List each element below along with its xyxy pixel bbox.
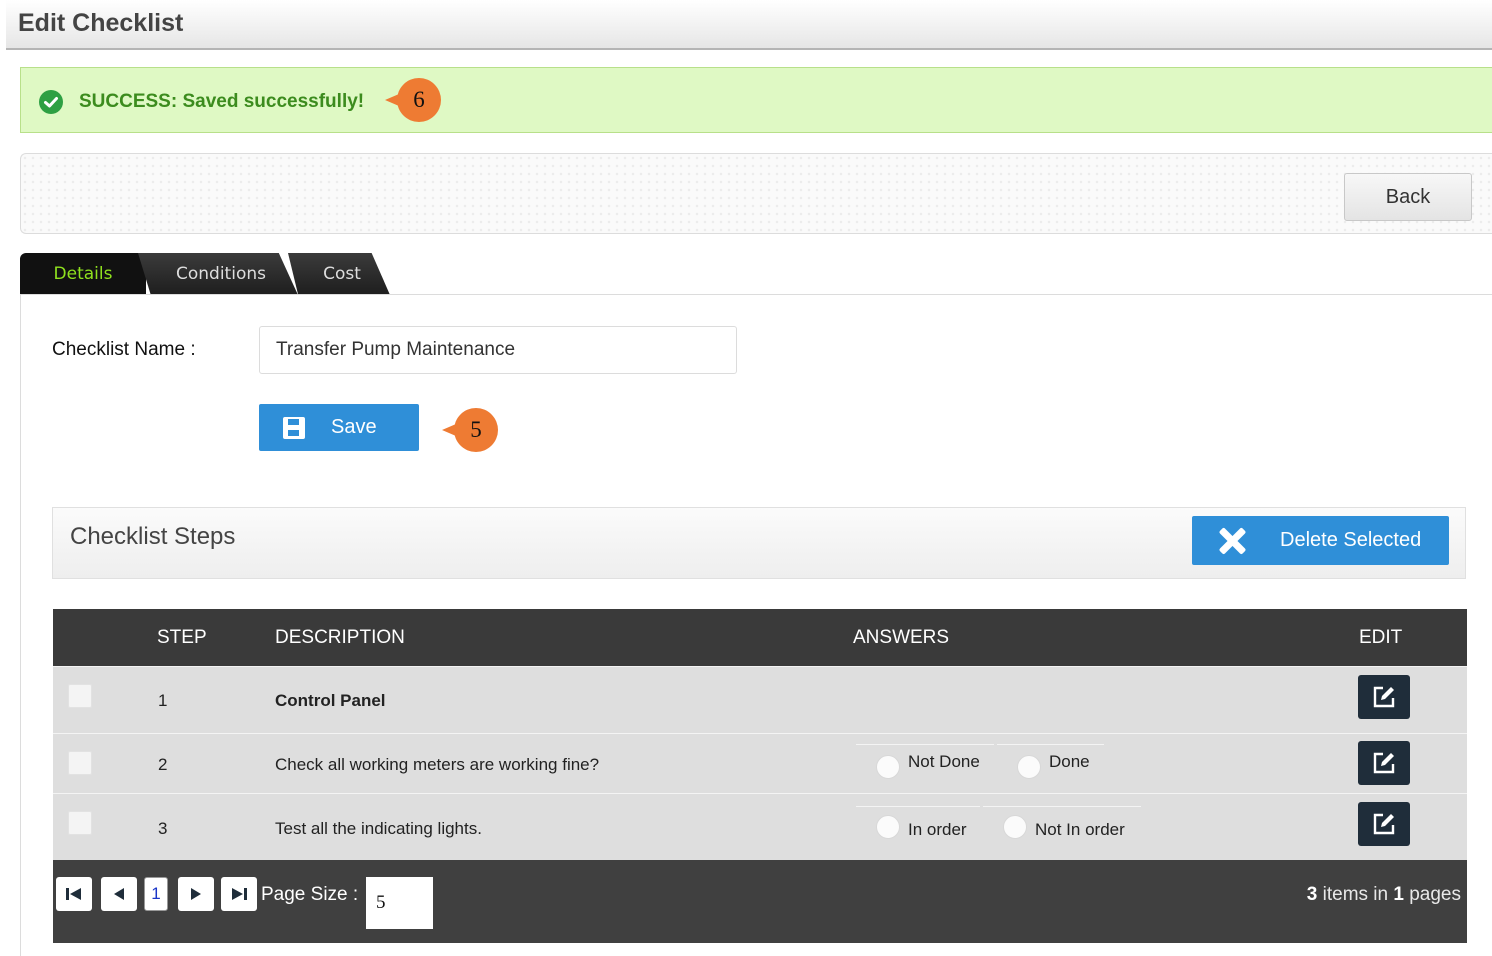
last-page-icon <box>232 888 247 900</box>
edit-icon <box>1373 686 1395 708</box>
row-checkbox[interactable] <box>68 751 92 775</box>
tab-label: Conditions <box>176 264 266 284</box>
tab-details[interactable]: Details <box>20 253 146 295</box>
checklist-name-input[interactable] <box>259 326 737 374</box>
caret-left-icon <box>114 888 124 900</box>
next-page-button[interactable] <box>178 877 214 911</box>
answer-option[interactable]: Not In order <box>983 806 1141 839</box>
radio-button[interactable] <box>1003 815 1027 839</box>
save-button[interactable]: Save <box>259 404 419 451</box>
caret-right-icon <box>191 888 201 900</box>
items-in-text: items in <box>1317 884 1394 905</box>
radio-button[interactable] <box>876 755 900 779</box>
step-description: Check all working meters are working fin… <box>275 755 600 774</box>
table-row: 2 Check all working meters are working f… <box>53 733 1467 794</box>
page-title: Edit Checklist <box>18 9 184 37</box>
answer-option[interactable]: Not Done <box>856 744 994 779</box>
edit-icon <box>1373 752 1395 774</box>
pager-info: 3 items in 1 pages <box>1307 884 1461 906</box>
edit-icon <box>1373 813 1395 835</box>
step-description: Test all the indicating lights. <box>275 819 482 838</box>
grid-pager: 1 Page Size : 3 items in 1 pages <box>53 860 1467 943</box>
edit-button[interactable] <box>1358 802 1410 846</box>
previous-page-button[interactable] <box>101 877 137 911</box>
floppy-disk-icon <box>283 416 305 439</box>
table-row: 3 Test all the indicating lights. In ord… <box>53 793 1467 861</box>
answer-label: Not In order <box>1035 820 1125 839</box>
callout-badge-save: 5 <box>442 408 498 452</box>
check-circle-icon <box>39 90 63 114</box>
column-header-answers[interactable]: ANSWERS <box>853 627 949 649</box>
edit-button[interactable] <box>1358 741 1410 785</box>
page-header: Edit Checklist <box>6 0 1492 50</box>
first-page-icon <box>66 888 81 900</box>
steps-grid: STEP DESCRIPTION ANSWERS EDIT 1 Control … <box>53 609 1467 943</box>
radio-button[interactable] <box>1017 755 1041 779</box>
delete-selected-button[interactable]: Delete Selected <box>1192 516 1449 565</box>
step-number: 3 <box>158 819 168 838</box>
answer-option[interactable]: Done <box>997 744 1104 779</box>
step-description: Control Panel <box>275 691 386 710</box>
tab-cost[interactable]: Cost <box>288 253 390 295</box>
table-row: 1 Control Panel <box>53 666 1467 734</box>
pages-text: pages <box>1403 884 1461 905</box>
success-alert: SUCCESS: Saved successfully! <box>20 67 1492 133</box>
radio-button[interactable] <box>876 815 900 839</box>
page-count: 1 <box>1393 884 1404 905</box>
grid-header: STEP DESCRIPTION ANSWERS EDIT <box>53 609 1467 666</box>
last-page-button[interactable] <box>221 877 257 911</box>
answer-label: Not Done <box>908 752 980 771</box>
checklist-steps-header: Checklist Steps Delete Selected <box>52 507 1466 579</box>
column-header-edit[interactable]: EDIT <box>1359 627 1402 649</box>
answer-label: Done <box>1049 752 1090 771</box>
action-toolbar: Back <box>20 153 1492 234</box>
delete-selected-label: Delete Selected <box>1280 529 1422 551</box>
tab-label: Cost <box>323 264 361 284</box>
first-page-button[interactable] <box>56 877 92 911</box>
section-title: Checklist Steps <box>70 523 236 550</box>
row-checkbox[interactable] <box>68 684 92 708</box>
page-number-button[interactable]: 1 <box>144 877 168 911</box>
column-header-description[interactable]: DESCRIPTION <box>275 627 405 649</box>
page-size-input[interactable] <box>366 877 433 929</box>
callout-badge-alert: 6 <box>385 78 441 122</box>
edit-button[interactable] <box>1358 675 1410 719</box>
page-size-label: Page Size : <box>261 884 359 905</box>
step-number: 1 <box>158 691 168 710</box>
tab-conditions[interactable]: Conditions <box>138 253 298 295</box>
item-count: 3 <box>1306 884 1318 905</box>
save-button-label: Save <box>331 416 377 438</box>
back-button[interactable]: Back <box>1344 173 1472 221</box>
column-header-step[interactable]: STEP <box>157 627 207 649</box>
checklist-name-label: Checklist Name : <box>52 339 196 360</box>
step-number: 2 <box>158 755 168 774</box>
success-message: SUCCESS: Saved successfully! <box>79 91 365 112</box>
answer-option[interactable]: In order <box>856 806 980 839</box>
answer-label: In order <box>908 820 967 839</box>
close-icon <box>1218 527 1246 555</box>
tab-label: Details <box>53 264 113 284</box>
row-checkbox[interactable] <box>68 811 92 835</box>
